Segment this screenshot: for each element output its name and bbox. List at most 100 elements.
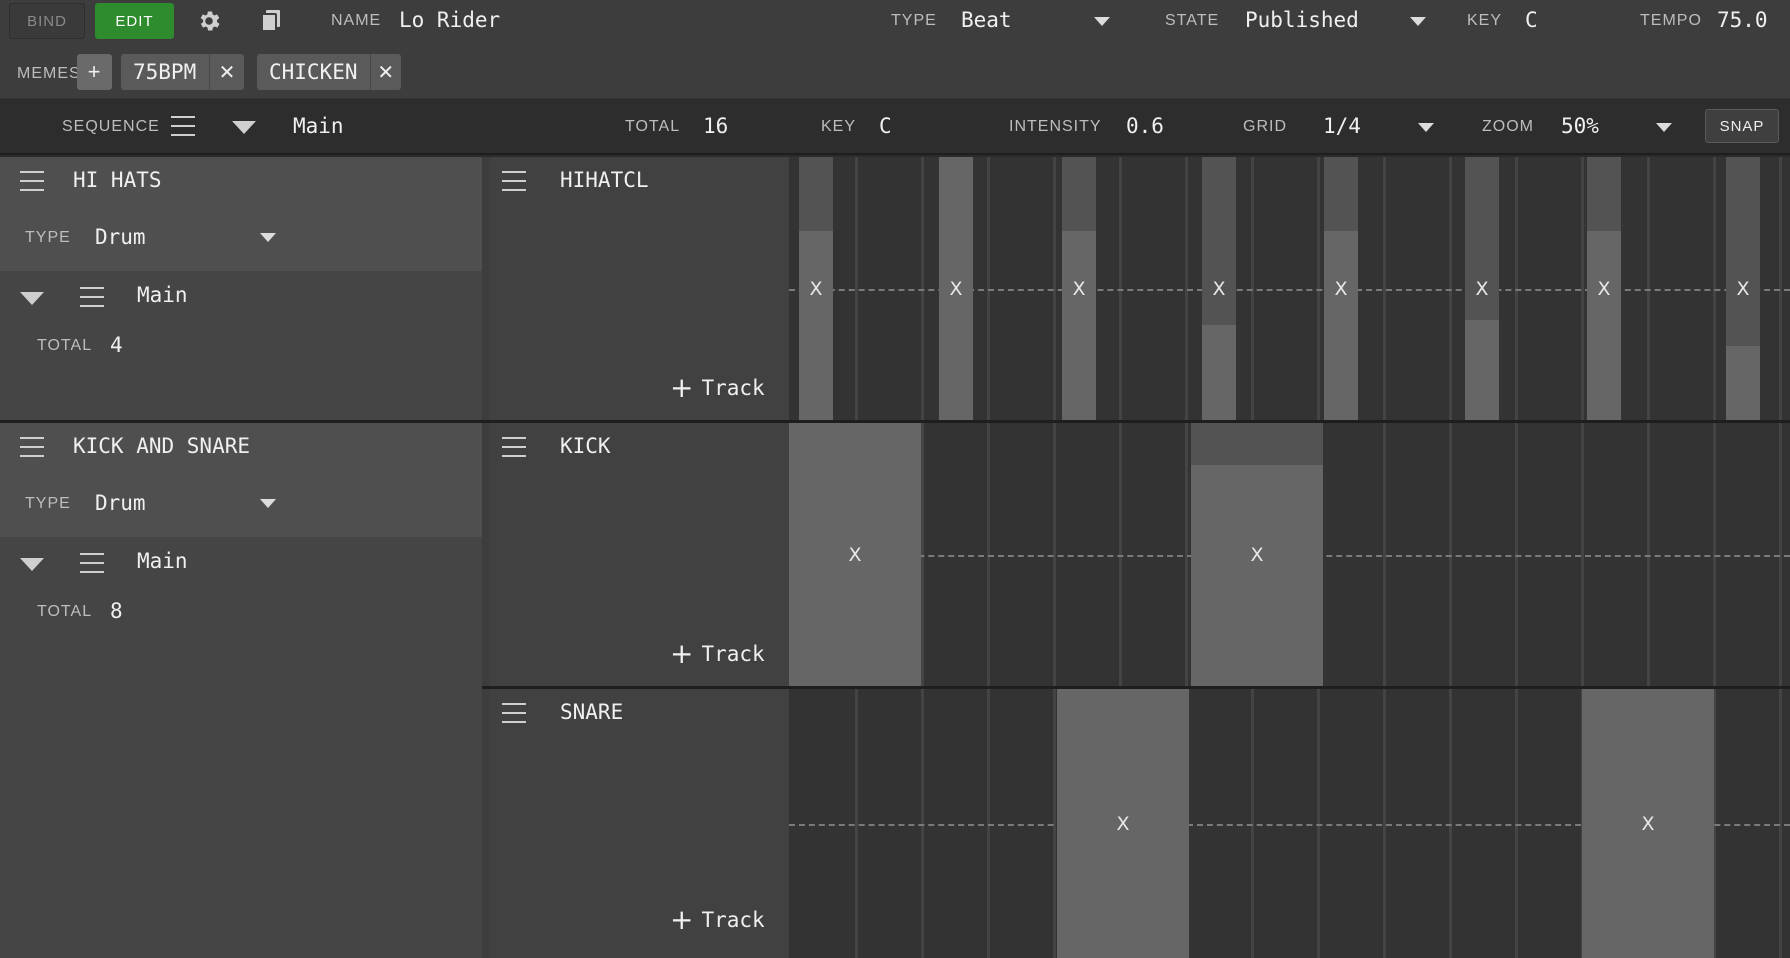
track-event[interactable]: X	[1465, 157, 1499, 420]
event-velocity-gap	[1191, 423, 1323, 465]
zoom-dropdown-icon[interactable]	[1656, 123, 1672, 132]
track-header: SNARE + Track	[482, 689, 789, 958]
key-label: KEY	[1467, 12, 1503, 29]
settings-gear-icon[interactable]	[196, 8, 222, 34]
event-marker: X	[1334, 277, 1348, 300]
event-marker: X	[1736, 277, 1750, 300]
sequence-select[interactable]: Main	[293, 114, 344, 138]
track-grid[interactable]: XXXXXXXX	[789, 157, 1790, 420]
add-track-button[interactable]: + Track	[670, 374, 765, 402]
track-event[interactable]: X	[1582, 689, 1714, 958]
top-toolbar: BIND EDIT NAME Lo Rider TYPE Beat STATE …	[0, 0, 1790, 44]
collapse-sequence-icon[interactable]	[20, 292, 44, 305]
event-marker: X	[848, 543, 862, 566]
event-velocity-gap	[1726, 157, 1760, 346]
memes-label: MEMES	[17, 65, 81, 82]
track-event[interactable]: X	[799, 157, 833, 420]
bind-button[interactable]: BIND	[9, 3, 85, 39]
add-track-button[interactable]: + Track	[670, 640, 765, 668]
sequence-pattern-menu-icon[interactable]	[80, 287, 104, 307]
name-label: NAME	[331, 12, 382, 29]
tempo-field[interactable]: 75.0	[1717, 8, 1768, 32]
voice-menu-icon[interactable]	[20, 171, 44, 191]
grid-label: GRID	[1243, 118, 1287, 135]
snap-button[interactable]: SNAP	[1705, 109, 1779, 143]
sequence-key-field[interactable]: C	[879, 114, 892, 138]
key-field[interactable]: C	[1525, 8, 1538, 32]
total-field[interactable]: 16	[703, 114, 728, 138]
add-meme-button[interactable]: +	[77, 54, 112, 90]
remove-meme-icon[interactable]: ✕	[369, 54, 401, 90]
voice-sequence: Main TOTAL 8	[0, 537, 482, 958]
edit-button[interactable]: EDIT	[95, 3, 174, 39]
track-grid[interactable]: XX	[789, 689, 1790, 958]
grid-select[interactable]: 1/4	[1323, 114, 1361, 138]
track-menu-icon[interactable]	[502, 703, 526, 723]
track-event[interactable]: X	[939, 157, 973, 420]
voice-panel: HI HATS TYPE Drum Main TOTAL 4	[0, 157, 482, 420]
track-event[interactable]: X	[1726, 157, 1760, 420]
event-marker: X	[1212, 277, 1226, 300]
track-event[interactable]: X	[1191, 423, 1323, 686]
meme-chip-label: 75BPM	[133, 60, 197, 84]
name-field[interactable]: Lo Rider	[399, 8, 500, 32]
sequence-key-label: KEY	[821, 118, 857, 135]
voice-type-label: TYPE	[25, 495, 71, 512]
voice-type-select[interactable]: Drum	[95, 491, 146, 515]
grid-dropdown-icon[interactable]	[1418, 123, 1434, 132]
state-select[interactable]: Published	[1245, 8, 1359, 32]
event-marker: X	[809, 277, 823, 300]
plus-icon: +	[670, 903, 694, 936]
event-marker: X	[1116, 812, 1130, 835]
type-dropdown-icon[interactable]	[1094, 17, 1110, 26]
sequence-total-label: TOTAL	[37, 603, 93, 620]
voice-type-dropdown-icon[interactable]	[260, 499, 276, 508]
sequence-total-field[interactable]: 4	[110, 333, 123, 357]
add-track-button[interactable]: + Track	[670, 906, 765, 934]
sequence-dropdown-icon[interactable]	[232, 121, 256, 134]
voice-menu-icon[interactable]	[20, 437, 44, 457]
voice-type-label: TYPE	[25, 229, 71, 246]
voice-name[interactable]: KICK AND SNARE	[73, 434, 250, 458]
sequence-menu-icon[interactable]	[171, 116, 195, 136]
add-track-label: Track	[701, 908, 765, 932]
event-velocity-gap	[1324, 157, 1358, 231]
plus-icon: +	[670, 371, 694, 404]
sequence-total-field[interactable]: 8	[110, 599, 123, 623]
zoom-select[interactable]: 50%	[1561, 114, 1599, 138]
voice-sequence: Main TOTAL 4	[0, 271, 482, 420]
voice-header: KICK AND SNARE TYPE Drum	[0, 423, 482, 537]
track-name[interactable]: KICK	[560, 434, 611, 458]
track-event[interactable]: X	[1324, 157, 1358, 420]
remove-meme-icon[interactable]: ✕	[209, 54, 244, 90]
state-dropdown-icon[interactable]	[1410, 17, 1426, 26]
clone-copy-icon[interactable]	[259, 8, 283, 34]
collapse-sequence-icon[interactable]	[20, 558, 44, 571]
voice-name[interactable]: HI HATS	[73, 168, 162, 192]
track-event[interactable]: X	[1062, 157, 1096, 420]
type-select[interactable]: Beat	[961, 8, 1012, 32]
track-menu-icon[interactable]	[502, 437, 526, 457]
track-menu-icon[interactable]	[502, 171, 526, 191]
track-event[interactable]: X	[1057, 689, 1189, 958]
track-header: HIHATCL + Track	[482, 157, 789, 420]
memes-bar: MEMES + 75BPM ✕ CHICKEN ✕	[0, 44, 1790, 99]
voice-type-select[interactable]: Drum	[95, 225, 146, 249]
sequence-pattern-name[interactable]: Main	[137, 549, 188, 573]
event-marker: X	[1072, 277, 1086, 300]
sequence-pattern-name[interactable]: Main	[137, 283, 188, 307]
track-name[interactable]: SNARE	[560, 700, 623, 724]
track-event[interactable]: X	[1202, 157, 1236, 420]
track-header: KICK + Track	[482, 423, 789, 686]
intensity-field[interactable]: 0.6	[1126, 114, 1164, 138]
state-label: STATE	[1165, 12, 1220, 29]
add-track-label: Track	[701, 376, 765, 400]
intensity-label: INTENSITY	[1009, 118, 1102, 135]
track-event[interactable]: X	[1587, 157, 1621, 420]
sequence-pattern-menu-icon[interactable]	[80, 553, 104, 573]
event-marker: X	[1641, 812, 1655, 835]
track-event[interactable]: X	[789, 423, 921, 686]
voice-type-dropdown-icon[interactable]	[260, 233, 276, 242]
track-name[interactable]: HIHATCL	[560, 168, 649, 192]
track-grid[interactable]: XX	[789, 423, 1790, 686]
